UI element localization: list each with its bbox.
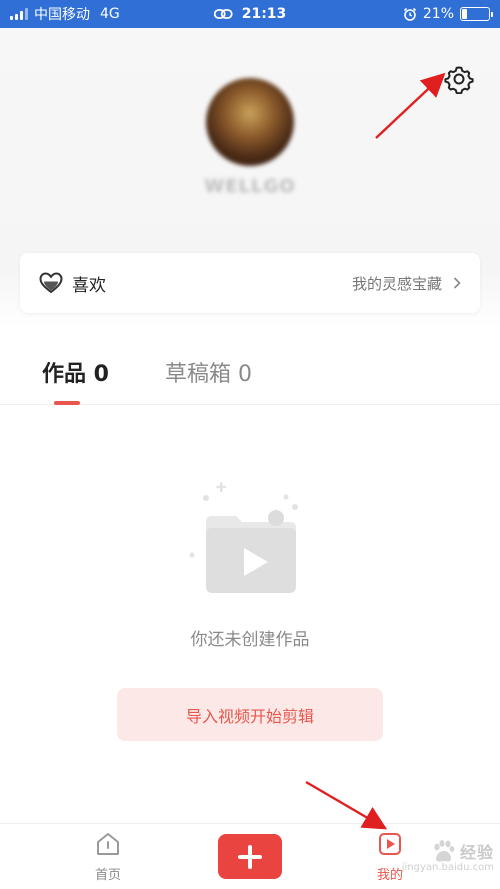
tab-drafts[interactable]: 草稿箱 0 [165,356,252,388]
alarm-icon [403,7,416,21]
profile-video-icon [379,833,401,855]
status-center: 21:13 [213,6,287,22]
watermark-url: jingyan.baidu.com [401,862,494,873]
plus-icon [238,844,262,869]
likes-card[interactable]: 喜欢 我的灵感宝藏 [20,253,480,313]
watermark-text: 经验 [459,843,494,862]
status-right: 21% [403,6,493,22]
battery-percent: 21% [422,6,454,22]
settings-gear-icon[interactable] [444,64,474,94]
inspiration-link-label: 我的灵感宝藏 [351,274,442,293]
baidu-paw-icon [434,840,455,862]
inspiration-link[interactable]: 我的灵感宝藏 [352,273,462,294]
status-time: 21:13 [241,6,287,22]
nav-mine[interactable]: 我的 [350,830,430,883]
link-icon [213,9,233,19]
battery-icon [460,7,493,21]
home-icon [97,833,119,855]
nav-home[interactable]: 首页 [68,830,148,883]
empty-state-text: 你还未创建作品 [190,630,310,650]
watermark: 经验 jingyan.baidu.com [402,838,494,873]
status-bar: 中国移动 4G 21:13 21% [0,0,500,28]
network-type: 4G [100,6,120,22]
import-video-button[interactable]: 导入视频开始剪辑 [117,688,383,741]
chevron-right-icon [453,277,461,289]
annotation-arrow-mine [305,780,388,830]
nav-mine-label: 我的 [376,868,403,883]
carrier-name: 中国移动 [34,7,90,23]
nav-home-label: 首页 [94,868,121,883]
tab-works[interactable]: 作品 0 [42,356,109,388]
username: WELLGO [204,176,296,197]
likes-label: 喜欢 [72,275,106,296]
bottom-tab-bar: 首页 我的 [0,823,500,889]
avatar[interactable] [206,78,294,166]
empty-folder-video-icon [189,482,298,593]
create-button[interactable] [218,834,282,879]
heart-icon [39,272,63,294]
active-tab-indicator [54,401,80,405]
signal-icon [10,8,28,20]
content-tabs: 作品 0 草稿箱 0 [0,340,500,405]
